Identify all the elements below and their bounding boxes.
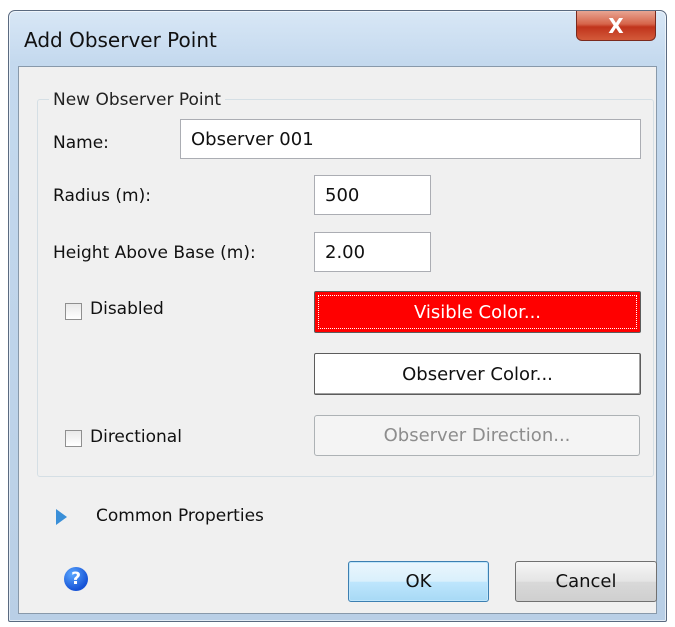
name-label: Name: <box>53 133 109 153</box>
ok-button[interactable]: OK <box>348 561 489 602</box>
visible-color-button[interactable]: Visible Color... <box>314 291 641 333</box>
triangle-right-icon[interactable] <box>56 509 67 525</box>
directional-label[interactable]: Directional <box>90 427 182 447</box>
observer-color-button[interactable]: Observer Color... <box>314 353 641 395</box>
close-button[interactable]: X <box>576 11 656 41</box>
ok-label: OK <box>405 571 432 592</box>
window-title: Add Observer Point <box>24 28 217 52</box>
dialog-window: Add Observer Point X New Observer Point … <box>8 10 667 622</box>
help-glyph: ? <box>71 569 81 589</box>
observer-color-label: Observer Color... <box>402 363 553 385</box>
dialog-body: New Observer Point Name: Observer 001 Ra… <box>18 66 657 614</box>
focus-rectangle <box>318 295 637 329</box>
radius-label: Radius (m): <box>53 186 151 206</box>
directional-checkbox[interactable] <box>65 430 82 447</box>
group-title: New Observer Point <box>49 90 226 110</box>
common-properties-label[interactable]: Common Properties <box>96 506 264 526</box>
title-bar[interactable]: Add Observer Point X <box>9 11 666 63</box>
help-icon[interactable]: ? <box>64 567 88 591</box>
name-input[interactable]: Observer 001 <box>180 119 641 159</box>
cancel-button[interactable]: Cancel <box>515 561 657 602</box>
observer-direction-label: Observer Direction... <box>383 425 571 446</box>
radius-input[interactable]: 500 <box>314 175 431 215</box>
close-icon: X <box>608 13 624 38</box>
disabled-label[interactable]: Disabled <box>90 299 164 319</box>
observer-direction-button[interactable]: Observer Direction... <box>314 415 640 456</box>
height-input[interactable]: 2.00 <box>314 232 431 272</box>
disabled-checkbox[interactable] <box>65 303 82 320</box>
height-label: Height Above Base (m): <box>53 243 256 263</box>
cancel-label: Cancel <box>555 571 617 592</box>
